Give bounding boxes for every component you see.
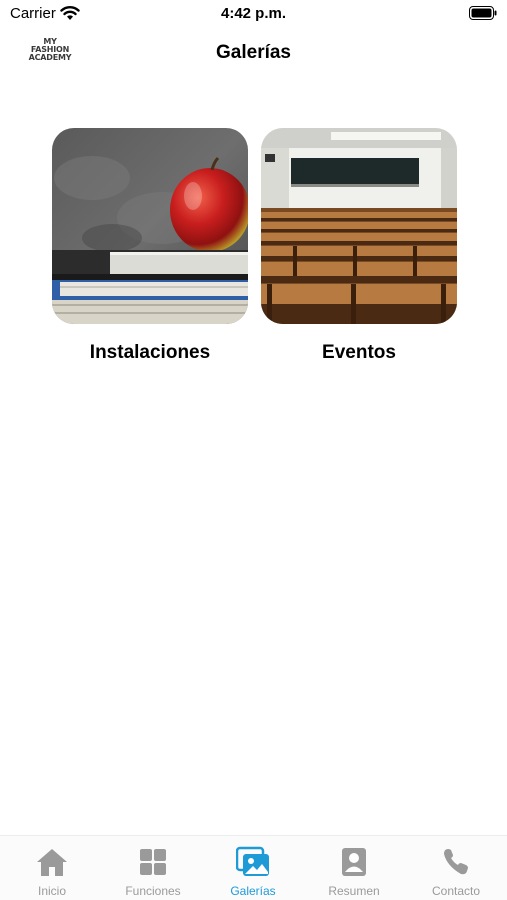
gallery-card-eventos[interactable]: Eventos	[261, 128, 457, 364]
tab-funciones[interactable]: Funciones	[103, 846, 203, 898]
status-bar: Carrier 4:42 p.m.	[0, 0, 507, 30]
tab-label-contacto: Contacto	[431, 884, 481, 898]
tab-inicio[interactable]: Inicio	[2, 846, 102, 898]
navigation-bar: MY FASHION ACADEMY Galerías	[0, 30, 507, 75]
tab-label-inicio: Inicio	[37, 884, 66, 898]
tab-label-resumen: Resumen	[328, 884, 380, 898]
tab-bar: Inicio Funciones Galerías Resumen Contac…	[0, 835, 507, 900]
instalaciones-photo[interactable]	[52, 128, 248, 324]
tab-label-funciones: Funciones	[125, 884, 181, 898]
home-icon	[37, 849, 67, 876]
gallery-icon	[236, 846, 269, 876]
phone-icon	[444, 849, 468, 875]
tab-galerias[interactable]: Galerías	[203, 846, 303, 898]
tab-contacto[interactable]: Contacto	[406, 846, 506, 898]
clock: 4:42 p.m.	[220, 5, 287, 22]
eventos-photo[interactable]	[261, 128, 457, 324]
gallery-card-instalaciones[interactable]: Instalaciones	[52, 128, 248, 364]
page-title: Galerías	[216, 42, 291, 63]
tab-resumen[interactable]: Resumen	[304, 846, 404, 898]
gallery-label-instalaciones[interactable]: Instalaciones	[52, 342, 248, 364]
grid-icon	[140, 849, 166, 875]
tab-label-galerias: Galerías	[230, 884, 276, 898]
contact-card-icon	[342, 848, 366, 876]
gallery-label-eventos[interactable]: Eventos	[261, 342, 457, 364]
battery-icon	[469, 6, 497, 20]
